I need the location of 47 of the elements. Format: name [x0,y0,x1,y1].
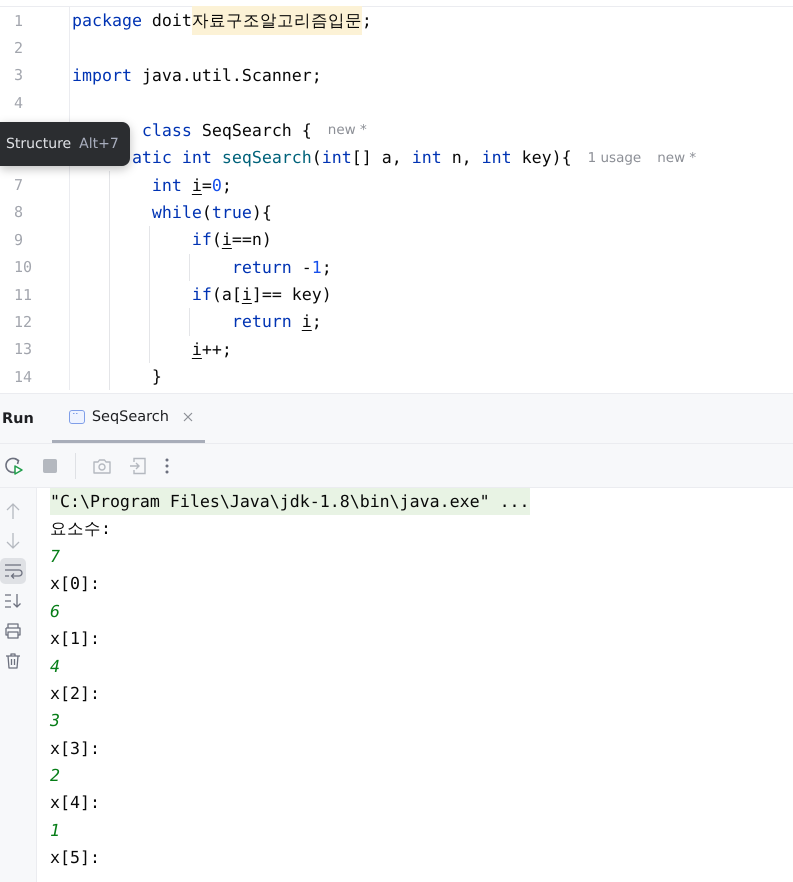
console-line: 요소수: [50,518,111,540]
code-line: } [152,367,162,386]
inlay-hint[interactable]: 1 usage [588,150,642,166]
line-number: 12 [14,312,32,331]
code-line: return -1; [232,258,332,277]
inlay-hint[interactable]: new * [328,122,367,138]
console-line: x[5]: [50,848,100,868]
code-line: i++; [192,340,232,359]
window-icon [68,409,86,425]
code-line: atic int seqSearch(int[] a, int n, int key){ [132,148,572,168]
line-number: 3 [14,66,24,84]
console-line: 1 [50,820,60,840]
run-tab[interactable]: SeqSearch [52,394,205,443]
inlay-hint[interactable]: new * [657,150,696,166]
rerun-icon[interactable] [3,454,25,476]
console-line: 2 [50,766,60,786]
line-number: 11 [14,286,32,304]
code-line: if(a[i]== key) [192,285,332,304]
console-line: 3 [50,711,60,730]
more-icon[interactable] [164,456,170,474]
line-number: 4 [14,94,24,112]
code-line: if(i==n) [192,230,272,250]
code-line: int i=0; [152,176,232,195]
code-line: class SeqSearch { [140,120,312,140]
console-line: x[3]: [50,738,100,758]
line-number: 10 [14,258,32,276]
code-line: return i; [232,312,322,332]
console-line: x[0]: [50,574,100,594]
console-line: 7 [50,546,60,566]
line-number: 9 [14,230,24,249]
line-number: 8 [14,203,24,222]
code-line: while(true){ [152,202,272,222]
tooltip-title: Structure [6,136,72,152]
shortcut-text: Alt+7 [79,136,119,152]
line-number: 13 [14,340,32,358]
line-number: 1 [14,12,24,30]
line-number: 2 [14,39,24,58]
console-line: 4 [50,656,60,676]
console-line: x[1]: [50,629,100,648]
console-line: 6 [50,602,60,621]
panel-title: Run [2,410,34,426]
code-line: import java.util.Scanner; [72,66,322,85]
line-number: 14 [14,368,32,386]
console-line: x[4]: [50,793,100,812]
line-number: 7 [14,176,24,194]
close-icon[interactable] [182,412,193,422]
console-line: x[2]: [50,684,100,703]
